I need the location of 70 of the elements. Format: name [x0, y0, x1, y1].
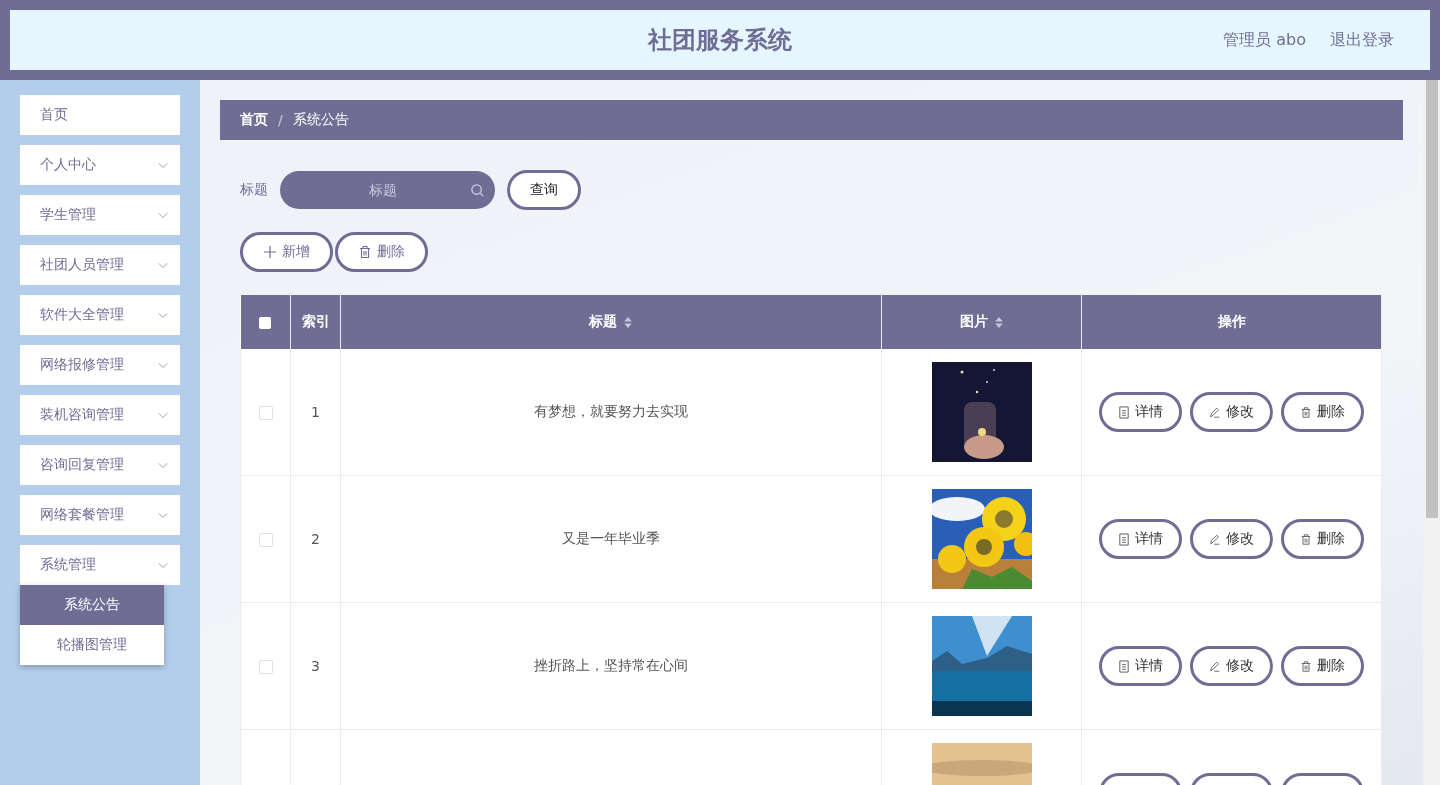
edit-button[interactable]: 修改: [1190, 519, 1273, 559]
menu-item[interactable]: 学生管理: [20, 195, 180, 235]
query-button[interactable]: 查询: [507, 170, 581, 210]
column-header: 操作: [1217, 313, 1246, 331]
chevron-icon: [158, 561, 168, 569]
menu-item[interactable]: 首页: [20, 95, 180, 135]
document-icon: [1118, 532, 1130, 546]
title-cell: 挫折路上，坚持常在心间: [534, 657, 688, 673]
title-cell: 又是一年毕业季: [562, 530, 660, 546]
submenu-item[interactable]: 系统公告: [20, 585, 164, 625]
menu-item[interactable]: 咨询回复管理: [20, 445, 180, 485]
edit-button[interactable]: 修改: [1190, 392, 1273, 432]
menu-item[interactable]: 系统管理: [20, 545, 180, 585]
sort-icon[interactable]: [623, 315, 633, 329]
breadcrumb-link[interactable]: 系统公告: [292, 111, 349, 129]
delete-button[interactable]: 删除: [1281, 646, 1364, 686]
document-icon: [1118, 659, 1130, 673]
pencil-icon: [1209, 405, 1221, 419]
menu-item[interactable]: 装机咨询管理: [20, 395, 180, 435]
delete-button[interactable]: 删除: [1281, 519, 1364, 559]
breadcrumb-link[interactable]: 首页: [240, 111, 268, 129]
column-header[interactable]: 标题: [589, 313, 633, 331]
column-header: 索引: [301, 313, 330, 331]
submenu-item[interactable]: 轮播图管理: [20, 625, 164, 665]
row-checkbox[interactable]: [258, 660, 273, 674]
chevron-icon: [158, 411, 168, 419]
document-icon: [1118, 405, 1130, 419]
title-cell: 有梦想，就要努力去实现: [534, 403, 688, 419]
detail-button[interactable]: 详情: [1099, 519, 1182, 559]
logout-link[interactable]: 退出登录: [1330, 29, 1394, 51]
pencil-icon: [1209, 659, 1221, 673]
detail-button[interactable]: 详情: [1099, 646, 1182, 686]
chevron-icon: [158, 311, 168, 319]
trash-icon: [1300, 405, 1312, 419]
plus-icon: [263, 245, 277, 259]
chevron-icon: [158, 511, 168, 519]
menu-item[interactable]: 社团人员管理: [20, 245, 180, 285]
detail-button[interactable]: 详情: [1099, 392, 1182, 432]
add-button[interactable]: 新增: [240, 232, 333, 272]
scrollbar[interactable]: [1423, 80, 1440, 785]
breadcrumb-separator: /: [278, 112, 283, 128]
chevron-icon: [158, 211, 168, 219]
index-cell: 1: [311, 404, 320, 420]
menu-item[interactable]: 网络报修管理: [20, 345, 180, 385]
sort-icon[interactable]: [993, 315, 1004, 329]
search-field[interactable]: 标题: [280, 171, 495, 209]
user-name: 管理员 abo: [1223, 29, 1306, 51]
select-all-checkbox[interactable]: [259, 317, 272, 329]
app-title: 社团服务系统: [648, 25, 792, 56]
search-icon: [470, 183, 485, 198]
index-cell: 3: [311, 658, 320, 674]
chevron-icon: [158, 261, 168, 269]
row-checkbox[interactable]: [258, 406, 273, 420]
row-checkbox[interactable]: [258, 533, 273, 547]
trash-icon: [1300, 532, 1312, 546]
menu-item[interactable]: 个人中心: [20, 145, 180, 185]
index-cell: 2: [311, 531, 320, 547]
chevron-icon: [158, 461, 168, 469]
chevron-icon: [158, 361, 168, 369]
trash-icon: [1300, 659, 1312, 673]
menu-item[interactable]: 网络套餐管理: [20, 495, 180, 535]
delete-button[interactable]: 删除: [335, 232, 428, 272]
chevron-icon: [158, 161, 168, 169]
search-label: 标题: [240, 181, 268, 199]
edit-button[interactable]: 修改: [1190, 646, 1273, 686]
delete-button[interactable]: 删除: [1281, 392, 1364, 432]
pencil-icon: [1209, 532, 1221, 546]
column-header[interactable]: 图片: [959, 313, 1004, 331]
menu-item[interactable]: 软件大全管理: [20, 295, 180, 335]
trash-icon: [358, 245, 372, 259]
